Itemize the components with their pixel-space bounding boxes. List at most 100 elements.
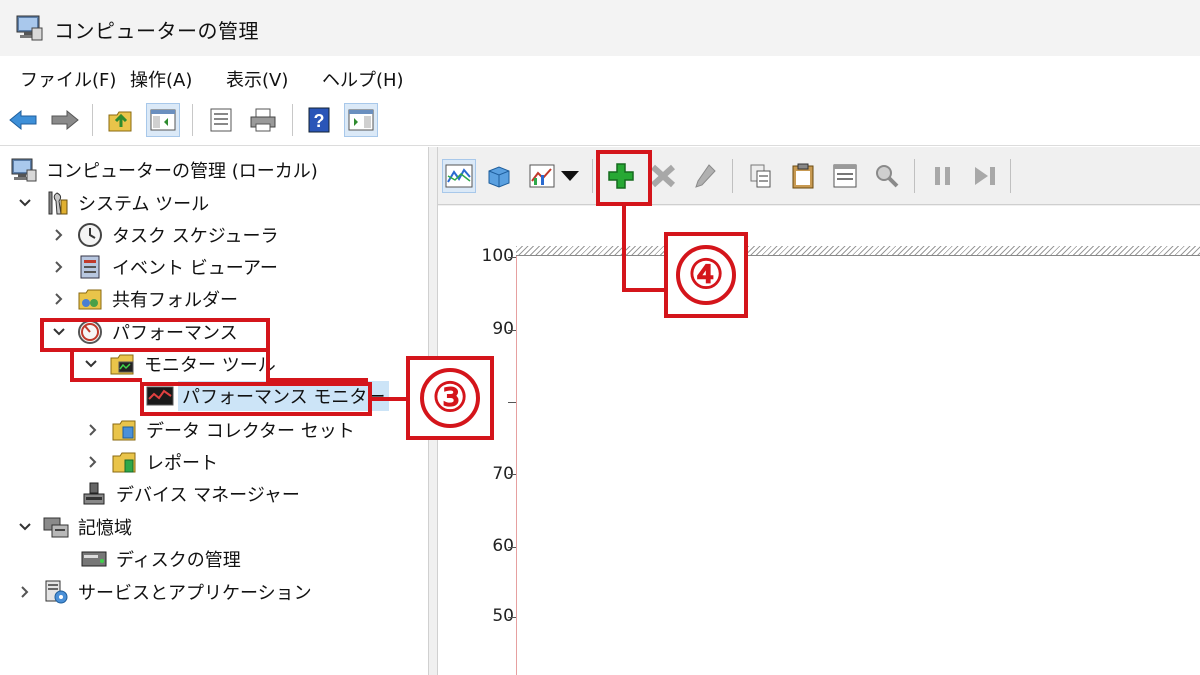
zoom-button[interactable] [870,159,904,193]
view-log-data-button[interactable] [482,159,516,193]
tree-item-system-tools[interactable]: システム ツール [14,188,209,218]
tree-item-label: イベント ビューアー [112,258,278,279]
device-manager-icon [80,480,108,508]
change-graph-type-button[interactable] [526,159,584,193]
y-tick-label: 50 [492,606,514,626]
print-button[interactable] [246,103,280,137]
tree-item-device-manager[interactable]: デバイス マネージャー [80,479,300,509]
tree-item-shared-folders[interactable]: 共有フォルダー [48,284,238,314]
menu-action[interactable]: 操作(A) [130,66,192,92]
reports-folder-icon [110,448,138,476]
console-tree-icon [150,109,176,131]
menu-view[interactable]: 表示(V) [226,66,288,92]
delete-x-icon [650,164,676,188]
tree-item-root[interactable]: コンピューターの管理 (ローカル) [10,155,318,185]
tree-item-services-apps[interactable]: サービスとアプリケーション [14,577,312,607]
performance-graph: 100 90 70 60 50 [438,206,1200,675]
paste-counter-list-button[interactable] [786,159,820,193]
y-tick-label: 100 [481,246,514,266]
clock-icon [76,221,104,249]
step-forward-icon [975,167,995,185]
forward-button[interactable] [48,103,82,137]
tree-item-reports[interactable]: レポート [82,447,218,477]
chevron-right-icon[interactable] [82,451,104,473]
tree-item-label: デバイス マネージャー [116,485,300,506]
printer-icon [250,108,276,132]
chevron-right-icon[interactable] [82,419,104,441]
callout-performance-highlight [40,318,270,352]
chevron-right-icon[interactable] [14,581,36,603]
data-collector-folder-icon [110,416,138,444]
properties-button[interactable] [204,103,238,137]
magnifier-icon [876,165,899,188]
system-tools-icon [42,189,70,217]
view-current-activity-button[interactable] [442,159,476,193]
chevron-right-icon[interactable] [48,256,70,278]
tree-item-label: コンピューターの管理 (ローカル) [46,161,318,182]
freeze-display-button[interactable] [926,159,960,193]
copy-properties-button[interactable] [744,159,778,193]
callout-add-counter-highlight [596,150,652,206]
up-folder-button[interactable] [104,103,138,137]
performance-monitor-pane: 100 90 70 60 50 [438,147,1200,675]
back-arrow-icon [9,109,37,131]
database-cube-icon [488,166,510,188]
disk-management-icon [80,545,108,573]
graph-type-icon [529,164,555,188]
dropdown-triangle-icon [561,171,579,181]
tree-item-label: システム ツール [78,194,210,215]
computer-management-icon [14,14,44,42]
properties-icon [833,164,857,188]
performance-toolbar [438,147,1200,205]
menu-help[interactable]: ヘルプ(H) [322,66,404,92]
tree-item-label: データ コレクター セット [146,421,355,442]
tree-item-data-collector-sets[interactable]: データ コレクター セット [82,415,355,445]
tree-item-storage[interactable]: 記憶域 [14,512,132,542]
computer-management-icon [10,156,38,184]
update-data-button[interactable] [968,159,1002,193]
tree-item-task-scheduler[interactable]: タスク スケジューラ [48,220,278,250]
tree-item-disk-management[interactable]: ディスクの管理 [80,544,241,574]
highlight-button[interactable] [688,159,722,193]
chevron-down-icon[interactable] [14,516,36,538]
tree-item-label: サービスとアプリケーション [78,583,312,604]
forward-arrow-icon [51,109,79,131]
storage-icon [42,513,70,541]
show-hide-action-pane-button[interactable] [344,103,378,137]
callout-performance-monitor-highlight [140,382,372,416]
help-icon: ? [308,107,330,133]
properties-button-perf[interactable] [828,159,862,193]
step-number: ③ [420,368,480,428]
services-icon [42,578,70,606]
tree-item-label: 共有フォルダー [112,290,238,311]
tree-item-event-viewer[interactable]: イベント ビューアー [48,252,278,282]
pause-icon [935,167,950,185]
help-button[interactable]: ? [302,103,336,137]
menu-file[interactable]: ファイル(F) [20,66,116,92]
graph-top-border [516,246,1200,256]
callout-step-3-badge: ③ [406,356,494,440]
tree-item-monitor-tools[interactable]: モニター ツール [80,349,276,379]
y-tick-label: 60 [492,536,514,556]
event-viewer-icon [76,253,104,281]
menu-bar: ファイル(F) 操作(A) 表示(V) ヘルプ(H) [0,56,1200,96]
chevron-down-icon[interactable] [14,192,36,214]
clipboard-icon [792,163,814,189]
back-button[interactable] [6,103,40,137]
chevron-right-icon[interactable] [48,224,70,246]
callout-step-4-badge: ④ [664,232,748,318]
pencil-icon [695,164,716,188]
chevron-down-icon[interactable] [80,353,102,375]
shared-folder-icon [76,285,104,313]
line-graph-icon [445,164,473,188]
monitor-tools-folder-icon [108,350,136,378]
copy-icon [750,164,771,188]
title-bar: コンピューターの管理 [0,0,1200,56]
y-tick-label: 90 [492,319,514,339]
svg-text:?: ? [314,111,325,131]
tree-item-label: タスク スケジューラ [112,226,279,247]
chevron-right-icon[interactable] [48,288,70,310]
main-toolbar: ? [0,96,1200,146]
show-hide-tree-button[interactable] [146,103,180,137]
action-pane-icon [348,109,374,131]
